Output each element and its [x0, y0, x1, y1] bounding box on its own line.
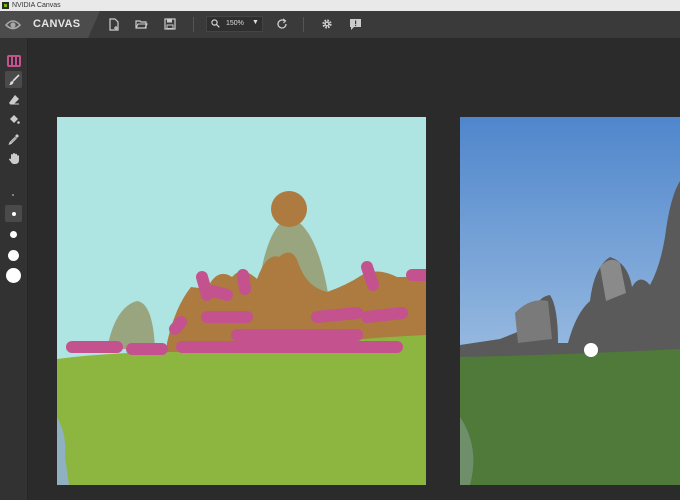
nvidia-eye-icon — [4, 20, 22, 30]
feedback-icon — [349, 18, 361, 30]
chevron-down-icon: ▼ — [252, 19, 259, 26]
tool-panel — [0, 38, 28, 500]
nvidia-logo-icon — [2, 2, 9, 9]
brush-tool[interactable] — [5, 71, 22, 88]
paint-bucket-icon — [9, 114, 20, 124]
brush-icon — [8, 73, 20, 85]
segmentation-canvas[interactable] — [57, 117, 426, 485]
brush-cursor — [584, 343, 598, 357]
eyedropper-icon — [8, 133, 19, 145]
generated-landscape-image — [460, 117, 680, 485]
refresh-icon — [277, 18, 287, 29]
open-folder-button[interactable] — [133, 16, 149, 32]
hand-icon — [8, 153, 19, 164]
segmentation-drawing — [57, 117, 426, 485]
window-title-bar: NVIDIA Canvas — [0, 0, 680, 11]
material-palette-icon — [6, 54, 21, 67]
rock-region — [271, 191, 307, 227]
brush-size-large[interactable] — [8, 250, 19, 261]
fill-bucket-tool[interactable] — [5, 110, 22, 127]
save-button[interactable] — [162, 16, 178, 32]
magnifier-icon — [211, 19, 220, 28]
settings-button[interactable] — [319, 16, 335, 32]
window-title: NVIDIA Canvas — [12, 2, 61, 9]
app-name: CANVAS — [33, 18, 81, 30]
feedback-button[interactable] — [347, 16, 363, 32]
save-icon — [164, 18, 176, 30]
eraser-tool[interactable] — [5, 91, 22, 108]
brush-size-xlarge[interactable] — [6, 268, 21, 283]
new-file-icon — [109, 17, 119, 31]
main-toolbar: CANVAS 150% ▼ — [0, 11, 680, 38]
brand-block: CANVAS — [0, 11, 100, 38]
gear-icon — [322, 19, 332, 29]
pan-hand-tool[interactable] — [5, 150, 22, 167]
eraser-icon — [8, 94, 19, 104]
reset-button[interactable] — [274, 16, 290, 32]
brush-size-small-selected[interactable] — [5, 205, 22, 222]
folder-open-icon — [134, 19, 148, 29]
zoom-dropdown[interactable]: 150% ▼ — [206, 16, 263, 32]
grass-region — [57, 335, 426, 485]
material-palette-tool[interactable] — [5, 52, 22, 69]
eyedropper-tool[interactable] — [5, 130, 22, 147]
new-file-button[interactable] — [106, 16, 122, 32]
toolbar-divider — [193, 17, 194, 32]
output-preview — [460, 117, 680, 485]
brush-size-dot — [11, 211, 16, 216]
zoom-value: 150% — [226, 20, 244, 27]
brush-size-medium[interactable] — [10, 231, 17, 238]
brush-size-tiny[interactable] — [12, 194, 14, 196]
toolbar-divider — [303, 17, 304, 32]
